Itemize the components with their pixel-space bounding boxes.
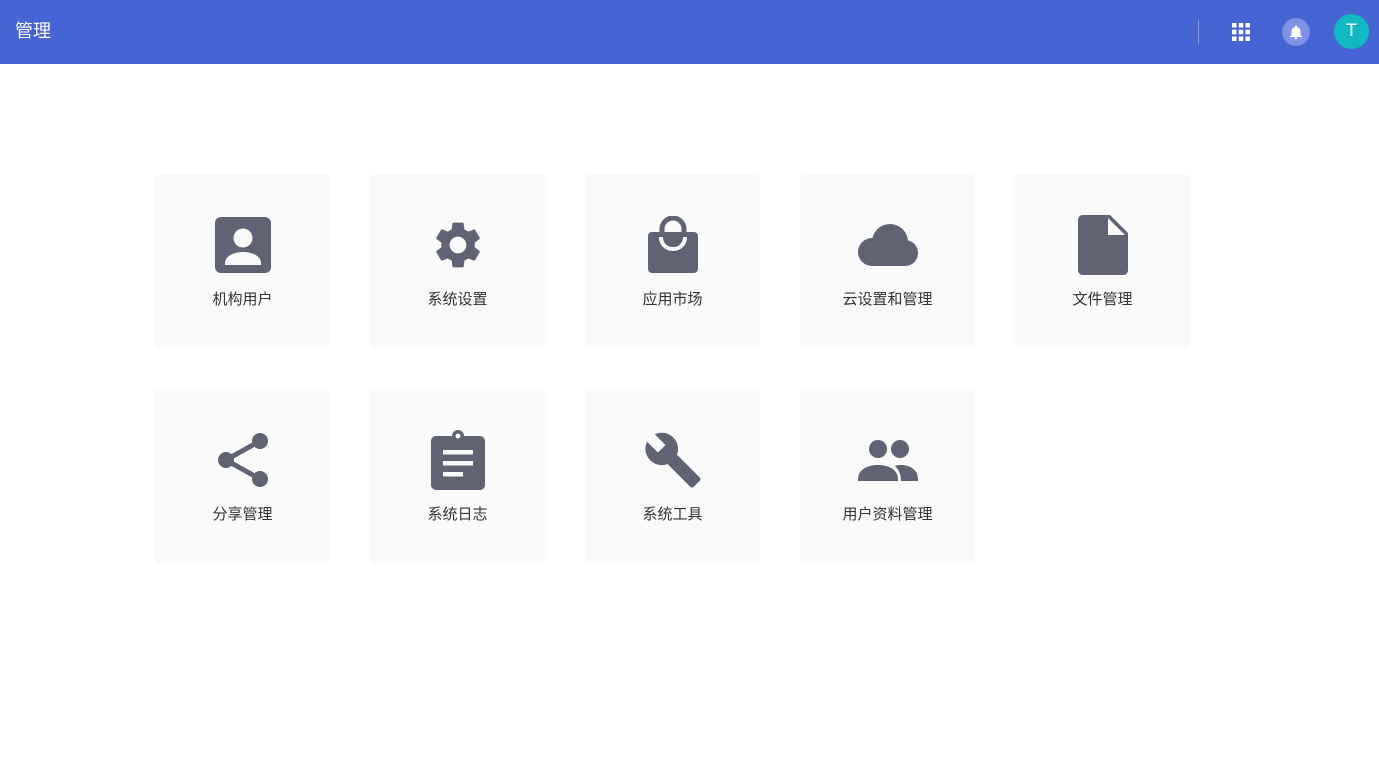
page-title: 管理 xyxy=(15,21,51,42)
tile-system-settings[interactable]: 系统设置 xyxy=(370,174,545,349)
apps-grid-button[interactable] xyxy=(1226,17,1256,47)
tile-app-market[interactable]: 应用市场 xyxy=(585,174,760,349)
header-divider xyxy=(1198,20,1199,44)
contact-card-icon xyxy=(212,214,274,276)
shopping-bag-icon xyxy=(642,214,704,276)
tile-label: 应用市场 xyxy=(642,290,703,308)
tile-label: 文件管理 xyxy=(1072,290,1133,308)
tile-org-users[interactable]: 机构用户 xyxy=(155,174,330,349)
tile-share-management[interactable]: 分享管理 xyxy=(155,389,330,564)
notifications-button[interactable] xyxy=(1282,18,1310,46)
clipboard-icon xyxy=(427,429,489,491)
tile-label: 用户资料管理 xyxy=(842,505,933,523)
tile-label: 系统设置 xyxy=(427,290,488,308)
tile-label: 机构用户 xyxy=(212,290,273,308)
apps-grid-icon xyxy=(1232,23,1250,41)
tile-cloud-settings[interactable]: 云设置和管理 xyxy=(800,174,975,349)
share-icon xyxy=(212,429,274,491)
tile-user-profile-management[interactable]: 用户资料管理 xyxy=(800,389,975,564)
cloud-icon xyxy=(857,214,919,276)
tile-label: 云设置和管理 xyxy=(842,290,933,308)
tile-label: 分享管理 xyxy=(212,505,273,523)
people-icon xyxy=(857,429,919,491)
tile-file-management[interactable]: 文件管理 xyxy=(1015,174,1190,349)
tile-label: 系统日志 xyxy=(427,505,488,523)
file-icon xyxy=(1072,214,1134,276)
gear-icon xyxy=(427,214,489,276)
bell-icon xyxy=(1290,25,1302,39)
tile-label: 系统工具 xyxy=(642,505,703,523)
tile-system-log[interactable]: 系统日志 xyxy=(370,389,545,564)
wrench-icon xyxy=(642,429,704,491)
top-bar: 管理 T xyxy=(0,0,1379,64)
tile-system-tools[interactable]: 系统工具 xyxy=(585,389,760,564)
user-avatar[interactable]: T xyxy=(1334,14,1369,49)
